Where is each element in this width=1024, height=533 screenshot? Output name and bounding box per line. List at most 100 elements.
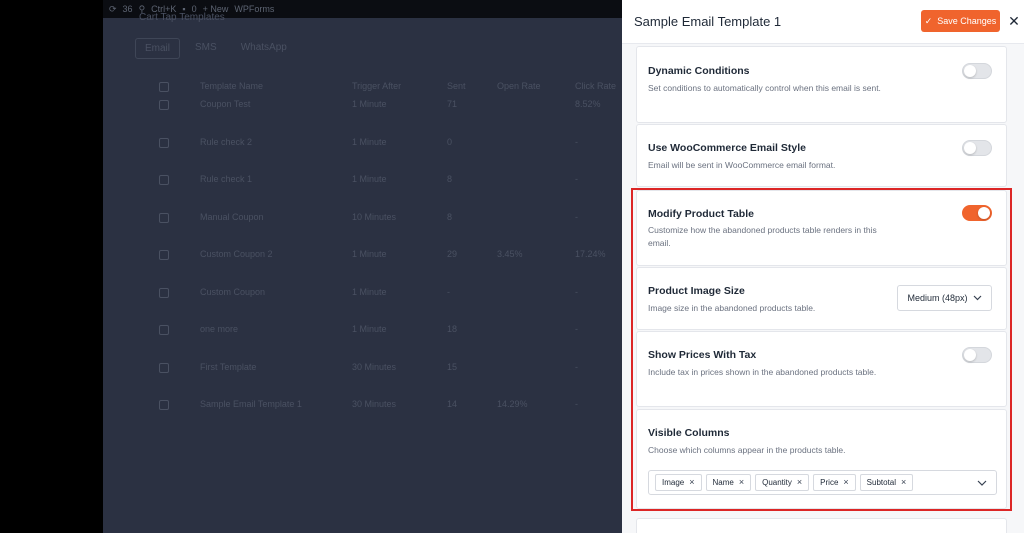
product-image-size-value: Medium (48px): [907, 293, 968, 303]
chevron-down-icon: [973, 293, 982, 303]
table-row: Rule check 1 1 Minute 8 -: [103, 171, 622, 209]
dynamic-conditions-desc: Set conditions to automatically control …: [648, 83, 881, 93]
table-cell-trigger: 1 Minute: [352, 324, 387, 334]
select-all-checkbox: [159, 82, 169, 92]
row-checkbox: [159, 175, 169, 185]
table-cell-trigger: 30 Minutes: [352, 361, 397, 372]
table-cell-name: Manual Coupon: [200, 211, 264, 222]
save-changes-label: Save Changes: [937, 16, 997, 26]
tab-sms: SMS: [195, 42, 217, 53]
product-image-size-card: Product Image Size Image size in the aba…: [636, 267, 1007, 330]
drawer-header: Sample Email Template 1 ✓ Save Changes ✕: [622, 0, 1024, 44]
table-cell-sent: 29: [447, 249, 458, 259]
table-row: Sample Email Template 1 30 Minutes 14 14.29…: [103, 396, 622, 434]
visible-columns-card: Visible Columns Choose which columns app…: [636, 409, 1007, 509]
chip-label: Price: [820, 478, 839, 487]
modify-product-table-desc: Customize how the abandoned products tab…: [648, 225, 877, 248]
chevron-down-icon[interactable]: [976, 477, 988, 489]
remove-chip-icon[interactable]: ×: [901, 478, 906, 487]
dynamic-conditions-toggle[interactable]: [962, 63, 992, 79]
table-row: Custom Coupon 1 Minute - -: [103, 284, 622, 322]
dynamic-conditions-title: Dynamic Conditions: [648, 65, 750, 77]
table-cell-trigger: 10 Minutes: [352, 211, 397, 222]
table-cell-sent: 15: [447, 361, 458, 372]
woocommerce-style-desc: Email will be sent in WooCommerce email …: [648, 160, 836, 170]
table-cell-name: Rule check 1: [200, 174, 253, 184]
toggle-knob: [964, 65, 976, 77]
table-cell-name: Coupon Test: [200, 99, 251, 109]
table-cell-name: one more: [200, 324, 239, 334]
show-prices-with-tax-desc: Include tax in prices shown in the aband…: [648, 367, 877, 377]
channel-tabs: Email SMS WhatsApp: [135, 38, 296, 59]
remove-chip-icon[interactable]: ×: [689, 478, 694, 487]
next-section-card: [636, 518, 1007, 533]
header-template-name: Template Name: [200, 81, 264, 91]
table-cell-trigger: 1 Minute: [352, 99, 387, 109]
table-cell-name: Sample Email Template 1: [200, 399, 302, 409]
table-cell-sent: 18: [447, 324, 458, 334]
table-cell-trigger: 1 Minute: [352, 286, 387, 297]
remove-chip-icon[interactable]: ×: [843, 478, 848, 487]
table-cell-sent: -: [447, 286, 450, 297]
save-changes-button[interactable]: ✓ Save Changes: [921, 10, 1000, 32]
table-cell-trigger: 1 Minute: [352, 174, 387, 184]
modify-product-table-title: Modify Product Table: [648, 208, 754, 220]
remove-chip-icon[interactable]: ×: [797, 478, 802, 487]
check-icon: ✓: [924, 15, 933, 26]
chip-label: Subtotal: [866, 478, 897, 487]
table-cell-click: 17.24%: [575, 249, 606, 259]
table-cell-open: 14.29%: [497, 399, 528, 409]
visible-columns-title: Visible Columns: [648, 427, 730, 439]
table-cell-name: First Template: [200, 361, 257, 372]
table-cell-click: -: [575, 136, 578, 147]
visible-columns-desc: Choose which columns appear in the produ…: [648, 445, 846, 455]
wp-admin-sidebar: [0, 0, 103, 533]
table-cell-name: Rule check 2: [200, 136, 253, 147]
table-header: Template Name Trigger After Sent Open Ra…: [103, 78, 622, 94]
templates-table: Template Name Trigger After Sent Open Ra…: [103, 78, 622, 434]
modify-product-table-card: Modify Product Table Customize how the a…: [636, 190, 1007, 266]
product-image-size-title: Product Image Size: [648, 285, 745, 297]
product-image-size-select[interactable]: Medium (48px): [897, 285, 992, 311]
close-icon[interactable]: ✕: [1007, 13, 1021, 29]
table-cell-click: -: [575, 361, 578, 372]
header-sent: Sent: [447, 81, 466, 91]
dynamic-conditions-card: Dynamic Conditions Set conditions to aut…: [636, 46, 1007, 123]
row-checkbox: [159, 362, 169, 373]
show-prices-with-tax-card: Show Prices With Tax Include tax in pric…: [636, 331, 1007, 407]
table-cell-click: -: [575, 399, 578, 409]
product-image-size-desc: Image size in the abandoned products tab…: [648, 303, 816, 313]
row-checkbox: [159, 325, 169, 335]
row-checkbox: [159, 100, 169, 110]
table-cell-sent: 14: [447, 399, 458, 409]
table-row: Custom Coupon 2 1 Minute 29 3.45% 17.24%: [103, 246, 622, 284]
table-cell-click: -: [575, 211, 578, 222]
row-checkbox: [159, 212, 169, 223]
woocommerce-style-toggle[interactable]: [962, 140, 992, 156]
visible-columns-multiselect[interactable]: Image × Name × Quantity × Price × Subtotal ×: [648, 470, 997, 495]
header-trigger-after: Trigger After: [352, 81, 402, 91]
toggle-knob: [964, 349, 976, 361]
modify-product-table-toggle[interactable]: [962, 205, 992, 221]
column-chip-subtotal: Subtotal ×: [859, 474, 914, 491]
chip-label: Name: [712, 478, 734, 487]
table-cell-sent: 8: [447, 211, 453, 222]
table-cell-sent: 8: [447, 174, 453, 184]
table-cell-click: 8.52%: [575, 99, 601, 109]
table-cell-click: -: [575, 174, 578, 184]
background-page: Cart Tap Templates Email SMS WhatsApp Te…: [103, 12, 622, 533]
table-cell-sent: 0: [447, 136, 453, 147]
table-cell-trigger: 1 Minute: [352, 136, 387, 147]
table-cell-click: -: [575, 324, 578, 334]
column-chip-price: Price ×: [813, 474, 856, 491]
show-prices-with-tax-title: Show Prices With Tax: [648, 349, 757, 361]
show-prices-with-tax-toggle[interactable]: [962, 347, 992, 363]
woocommerce-style-title: Use WooCommerce Email Style: [648, 142, 806, 154]
page-heading: Cart Tap Templates: [139, 12, 225, 23]
toggle-knob: [978, 207, 990, 219]
table-cell-click: -: [575, 286, 578, 297]
column-chip-quantity: Quantity ×: [755, 474, 810, 491]
tab-email: Email: [135, 38, 181, 59]
remove-chip-icon[interactable]: ×: [739, 478, 744, 487]
header-open-rate: Open Rate: [497, 81, 541, 91]
